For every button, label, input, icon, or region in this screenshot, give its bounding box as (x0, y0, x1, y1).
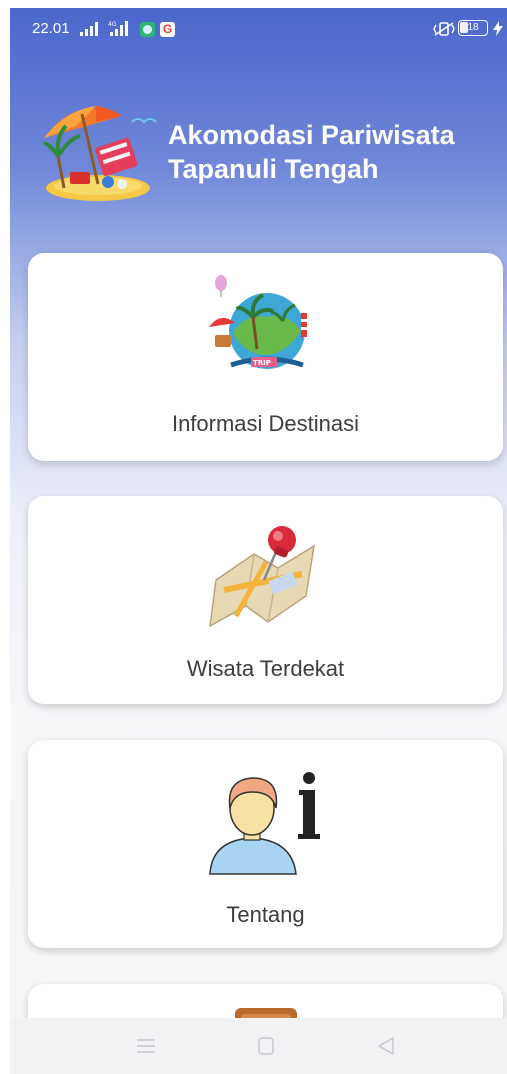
svg-text:TRIP: TRIP (253, 359, 271, 367)
status-bar: 22.01 4G G 18 (10, 8, 507, 48)
svg-text:4G: 4G (108, 21, 117, 28)
signal-4g-icon: 4G (108, 21, 128, 36)
status-time: 22.01 (32, 20, 70, 37)
home-icon[interactable] (254, 1034, 278, 1058)
menu-card-tentang[interactable]: Tentang (28, 740, 503, 948)
battery-icon: 18 (458, 20, 488, 36)
google-icon: G (160, 22, 175, 37)
menu-card-informasi-destinasi[interactable]: TRIP Informasi Destinasi (28, 253, 503, 461)
system-nav-bar (10, 1018, 507, 1074)
menu-card-label: Informasi Destinasi (171, 411, 360, 436)
vibrate-icon (433, 22, 455, 36)
charging-icon (493, 21, 503, 36)
app-notification-icon (140, 22, 155, 37)
back-icon[interactable] (374, 1034, 398, 1058)
app-title-line2: Tapanuli Tengah (168, 154, 379, 184)
menu-card-label: Tentang (226, 902, 305, 927)
battery-level: 18 (467, 22, 479, 33)
app-title: Akomodasi Pariwisata Tapanuli Tengah (168, 118, 498, 186)
travel-globe-icon: TRIP (208, 275, 307, 369)
app-title-line1: Akomodasi Pariwisata (168, 120, 455, 150)
app-screen: 22.01 4G G 18 Akomodasi Pariwisata Tapan… (10, 8, 507, 1074)
map-pin-icon (208, 526, 315, 628)
menu-icon[interactable] (134, 1034, 158, 1058)
beach-chair-umbrella-logo (43, 106, 157, 201)
menu-card-label: Wisata Terdekat (186, 656, 345, 681)
signal-bars-icon (80, 22, 98, 36)
menu-card-wisata-terdekat[interactable]: Wisata Terdekat (28, 496, 503, 704)
person-info-icon (208, 772, 320, 875)
